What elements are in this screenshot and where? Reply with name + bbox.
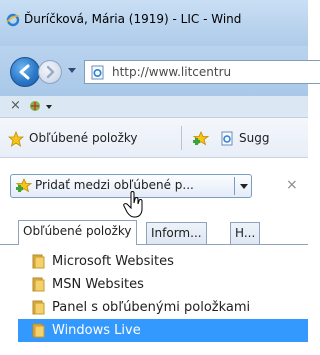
page-icon <box>91 65 104 80</box>
separator <box>181 126 182 150</box>
list-item-label: Microsoft Websites <box>52 254 174 269</box>
window-title: Ďuríčková, Mária (1919) - LIC - Wind <box>24 12 242 26</box>
tools-dropdown[interactable] <box>46 105 52 109</box>
list-item-label: MSN Websites <box>52 277 144 292</box>
close-tab-icon[interactable]: × <box>10 98 21 113</box>
list-item-label: Panel s obľúbenými položkami <box>52 300 251 315</box>
close-icon[interactable]: × <box>286 177 298 193</box>
add-to-favorites-label: Pridať medzi obľúbené p... <box>35 178 194 192</box>
favorites-folder-item[interactable]: Panel s obľúbenými položkami <box>18 296 308 319</box>
split-divider <box>234 177 235 195</box>
folder-icon <box>32 323 45 338</box>
favorites-center: Pridať medzi obľúbené p... × Obľúbené po… <box>0 158 308 355</box>
tab-feeds[interactable]: Inform... <box>146 222 207 244</box>
command-bar: × <box>0 96 308 118</box>
chevron-down-icon[interactable] <box>240 184 248 189</box>
list-item-label: Windows Live <box>52 323 141 338</box>
ie-icon <box>6 13 20 27</box>
back-arrow-icon <box>19 64 30 80</box>
address-bar[interactable]: http://www.litcentru <box>84 60 320 84</box>
add-favorites-icon <box>15 178 33 193</box>
folder-icon <box>32 300 45 315</box>
mouse-cursor-icon <box>123 191 143 218</box>
recent-pages-dropdown[interactable] <box>68 68 76 73</box>
folder-icon <box>32 254 45 269</box>
favorites-button[interactable]: Obľúbené položky <box>29 131 138 145</box>
tools-icon[interactable] <box>28 99 42 113</box>
title-bar: Ďuríčková, Mária (1919) - LIC - Wind <box>0 0 308 46</box>
favorites-folder-item[interactable]: MSN Websites <box>18 273 308 296</box>
navigation-bar: http://www.litcentru <box>0 46 320 96</box>
suggested-sites-link[interactable]: Sugg <box>239 131 269 145</box>
tab-history[interactable]: H... <box>230 222 261 244</box>
favorites-star-icon[interactable] <box>8 131 24 147</box>
address-text: http://www.litcentru <box>112 65 232 79</box>
favorites-folder-item[interactable]: Microsoft Websites <box>18 250 308 273</box>
forward-button[interactable] <box>38 60 62 84</box>
favorites-folder-item-selected[interactable]: Windows Live <box>18 319 308 342</box>
add-favorites-icon[interactable] <box>192 131 210 147</box>
page-icon <box>221 131 233 146</box>
favorites-bar: Obľúbené položky Sugg <box>0 118 308 158</box>
folder-icon <box>32 277 45 292</box>
forward-arrow-icon <box>46 65 55 79</box>
tab-favorites[interactable]: Obľúbené položky <box>18 220 137 245</box>
favorites-list: Microsoft Websites MSN Websites Panel s … <box>18 250 308 342</box>
back-button[interactable] <box>10 57 40 87</box>
